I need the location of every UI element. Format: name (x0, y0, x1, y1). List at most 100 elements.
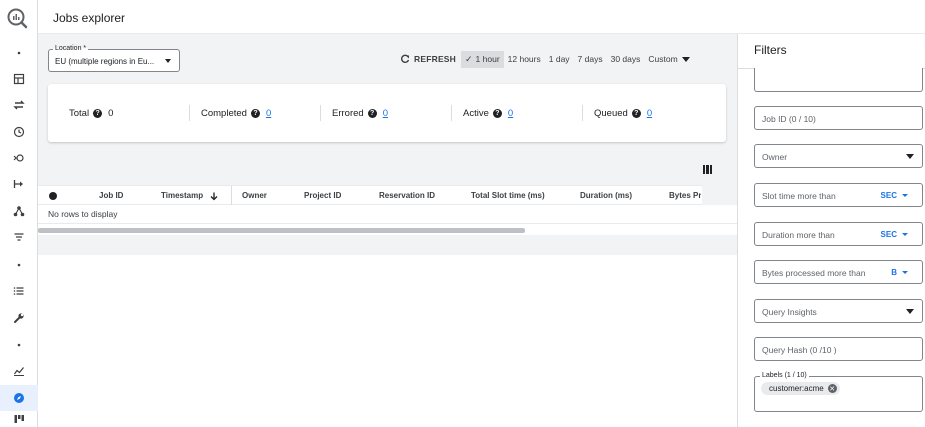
query-insights-label: Query Insights (762, 307, 817, 317)
stat-completed: Completed ? 0 (201, 108, 271, 119)
range-30-days[interactable]: 30 days (607, 51, 645, 68)
stat-total: Total ? 0 (69, 108, 113, 119)
stat-errored-link[interactable]: 0 (383, 108, 388, 119)
caret-down-icon (902, 194, 908, 197)
column-header-job-id[interactable]: Job ID (99, 186, 123, 206)
labels-legend: Labels (1 / 10) (760, 372, 809, 379)
range-custom-label: Custom (648, 54, 678, 64)
schedule-icon (13, 126, 25, 138)
rail-item-graph[interactable] (0, 198, 38, 224)
slot-time-input[interactable]: Slot time more than SEC (754, 183, 923, 207)
caret-down-icon (902, 271, 908, 274)
duration-input[interactable]: Duration more than SEC (754, 222, 923, 246)
stat-errored: Errored ? 0 (332, 108, 388, 119)
rail-dot-1[interactable] (0, 40, 38, 66)
empty-table-message: No rows to display (38, 205, 737, 223)
column-header-project-id[interactable]: Project ID (304, 186, 341, 206)
owner-select[interactable]: Owner (754, 144, 923, 168)
query-insights-select[interactable]: Query Insights (754, 299, 923, 323)
help-icon[interactable]: ? (250, 109, 260, 118)
help-icon[interactable]: ? (367, 109, 377, 118)
owner-label: Owner (762, 152, 788, 162)
rail-item-analytics[interactable] (0, 145, 38, 171)
rail-item-scheduled[interactable] (0, 119, 38, 145)
column-header-owner[interactable]: Owner (242, 186, 267, 206)
stat-queued-label: Queued (594, 108, 628, 119)
range-1-hour[interactable]: ✓ 1 hour (461, 51, 504, 68)
labels-input[interactable]: Labels (1 / 10) customer:acme ✕ (754, 372, 923, 412)
column-header-duration[interactable]: Duration (ms) (580, 186, 632, 206)
column-separator[interactable] (231, 186, 232, 206)
rail-item-tables[interactable] (0, 66, 38, 92)
duration-unit-select[interactable]: SEC (881, 230, 908, 239)
wrench-icon (14, 313, 24, 323)
range-label: 1 hour (475, 54, 500, 64)
check-icon: ✓ (465, 54, 473, 64)
column-header-reservation-id[interactable]: Reservation ID (379, 186, 435, 206)
rail-dot-2[interactable] (0, 252, 38, 278)
rail-dot-3[interactable] (0, 332, 38, 358)
table-icon (13, 73, 25, 85)
range-7-days[interactable]: 7 days (574, 51, 607, 68)
remove-chip-icon[interactable]: ✕ (827, 384, 837, 393)
scrolled-filter-field[interactable] (754, 68, 923, 92)
rail-item-pipelines[interactable] (0, 171, 38, 197)
caret-down-icon (681, 57, 690, 62)
column-header-total-slot-time[interactable]: Total Slot time (ms) (471, 186, 545, 206)
help-icon[interactable]: ? (492, 109, 502, 118)
bytes-processed-input[interactable]: Bytes processed more than B (754, 260, 923, 284)
filter-list-icon (14, 233, 24, 241)
rail-item-monitoring[interactable] (0, 358, 38, 384)
slot-time-unit: SEC (880, 191, 897, 200)
rail-item-admin[interactable] (0, 305, 38, 331)
page-header: Jobs explorer (38, 0, 925, 34)
analytics-icon (13, 154, 24, 162)
table-header: Job ID Timestamp Owner Project ID Reserv… (38, 185, 702, 206)
help-icon[interactable]: ? (93, 109, 103, 118)
query-hash-input[interactable]: Query Hash (0 /10 ) (754, 337, 923, 361)
caret-down-icon (906, 309, 914, 314)
divider (451, 105, 452, 121)
query-hash-placeholder: Query Hash (0 /10 ) (762, 345, 837, 355)
duration-unit: SEC (880, 230, 897, 239)
rail-item-filters[interactable] (0, 224, 38, 250)
main-content: Location * EU (multiple regions in Eu...… (38, 34, 737, 427)
slot-time-unit-select[interactable]: SEC (881, 191, 908, 200)
bytes-unit-select[interactable]: B (891, 268, 908, 277)
column-header-timestamp[interactable]: Timestamp (161, 186, 219, 206)
column-display-icon[interactable] (703, 165, 712, 174)
job-id-input[interactable]: Job ID (0 / 10) (754, 106, 923, 130)
stat-total-value: 0 (108, 108, 114, 119)
horizontal-scrollbar-thumb[interactable] (38, 228, 525, 233)
left-nav-rail (0, 0, 38, 427)
arrow-down-icon (210, 192, 218, 201)
caret-down-icon (165, 59, 171, 63)
stat-active-label: Active (463, 108, 489, 119)
rail-item-transfers[interactable] (0, 92, 38, 118)
stat-completed-link[interactable]: 0 (266, 108, 271, 119)
divider (189, 105, 190, 121)
stat-active-link[interactable]: 0 (508, 108, 513, 119)
range-1-day[interactable]: 1 day (545, 51, 574, 68)
time-range-selector: ✓ 1 hour 12 hours 1 day 7 days 30 days C… (461, 51, 694, 68)
rail-item-dashboard[interactable] (0, 411, 38, 427)
explore-icon (14, 393, 24, 403)
rail-item-jobs-explorer[interactable] (0, 385, 38, 411)
stat-queued-link[interactable]: 0 (647, 108, 652, 119)
refresh-button[interactable]: REFRESH (400, 54, 456, 64)
location-label: Location * (53, 45, 89, 52)
range-12-hours[interactable]: 12 hours (504, 51, 545, 68)
rail-item-list[interactable] (0, 278, 38, 304)
refresh-label: REFRESH (414, 54, 457, 64)
location-select[interactable]: Location * EU (multiple regions in Eu... (48, 45, 180, 72)
divider (320, 105, 321, 121)
bigquery-logo-icon[interactable] (6, 7, 28, 29)
list-icon (13, 287, 24, 295)
help-icon[interactable]: ? (631, 109, 641, 118)
dot-icon (17, 51, 21, 55)
column-header-bytes-processed[interactable]: Bytes Pr (669, 186, 701, 206)
dot-icon (17, 263, 21, 267)
range-custom[interactable]: Custom (644, 51, 693, 68)
location-value: EU (multiple regions in Eu... (55, 57, 155, 66)
label-chip[interactable]: customer:acme ✕ (761, 382, 840, 395)
